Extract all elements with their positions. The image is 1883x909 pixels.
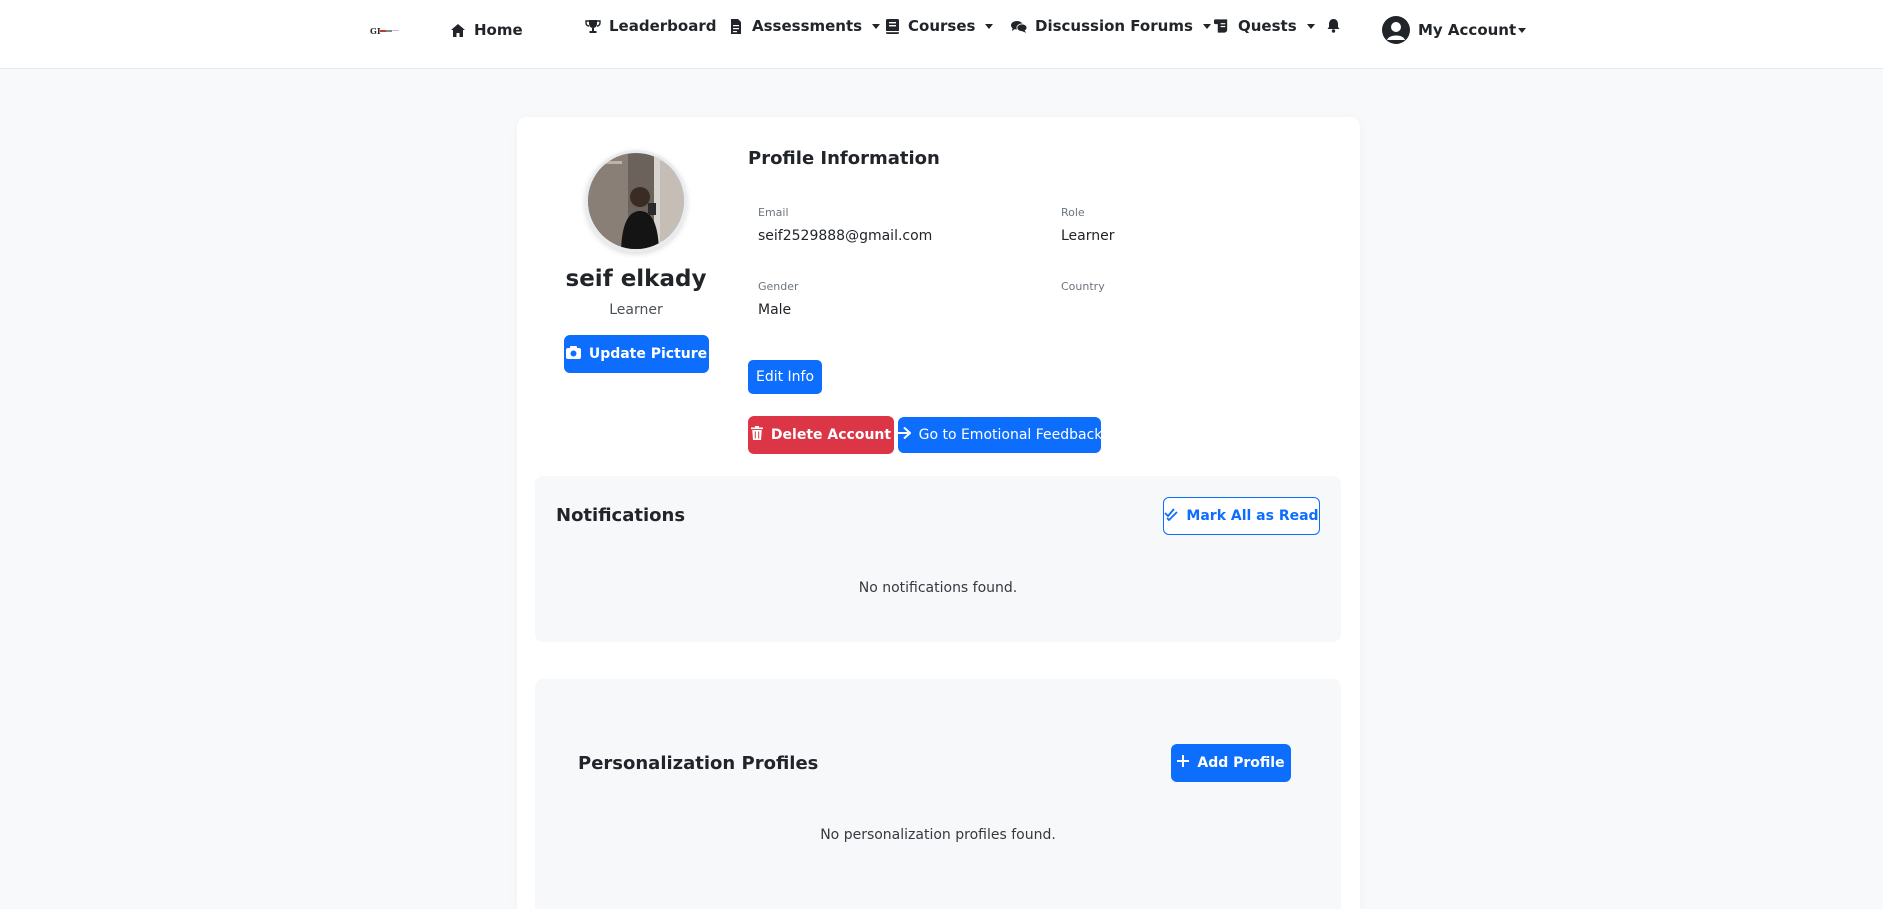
add-profile-label: Add Profile <box>1197 755 1285 771</box>
personalization-title: Personalization Profiles <box>578 753 819 774</box>
nav-discussion-forums-label: Discussion Forums <box>1035 17 1193 35</box>
nav-leaderboard[interactable]: Leaderboard <box>585 17 716 35</box>
notifications-title: Notifications <box>556 505 686 526</box>
chevron-down-icon <box>1306 23 1315 29</box>
mark-all-read-label: Mark All as Read <box>1186 508 1319 524</box>
camera-icon <box>565 345 581 363</box>
email-value: seif2529888@gmail.com <box>758 228 933 244</box>
personalization-panel <box>535 679 1341 909</box>
delete-account-button[interactable]: Delete Account <box>748 416 894 454</box>
update-picture-button[interactable]: Update Picture <box>564 335 709 373</box>
trash-icon <box>750 426 763 444</box>
book-icon <box>884 18 900 34</box>
personalization-empty-message: No personalization profiles found. <box>820 827 1056 843</box>
update-picture-label: Update Picture <box>588 346 708 362</box>
profile-info-title: Profile Information <box>748 148 940 169</box>
notifications-bell[interactable] <box>1325 17 1341 33</box>
check-double-icon <box>1164 507 1179 525</box>
nav-quests-label: Quests <box>1238 17 1297 35</box>
nav-my-account[interactable]: My Account <box>1382 16 1527 44</box>
chevron-down-icon <box>985 23 994 29</box>
home-icon <box>450 22 466 38</box>
gender-label: Gender <box>758 280 799 293</box>
nav-discussion-forums[interactable]: Discussion Forums <box>1011 17 1211 35</box>
edit-info-label: Edit Info <box>755 369 815 385</box>
edit-info-button[interactable]: Edit Info <box>748 360 822 394</box>
country-label: Country <box>1061 280 1105 293</box>
trophy-icon <box>585 18 601 34</box>
scroll-icon <box>1214 18 1230 34</box>
bell-icon <box>1325 17 1341 33</box>
profile-avatar <box>585 150 687 252</box>
brand-logo[interactable]: GI <box>370 24 400 38</box>
emotional-feedback-label: Go to Emotional Feedback <box>918 427 1103 443</box>
gender-value: Male <box>758 302 792 318</box>
nav-courses[interactable]: Courses <box>884 17 994 35</box>
role-label: Role <box>1061 206 1085 219</box>
role-value: Learner <box>1061 228 1115 244</box>
user-role: Learner <box>609 302 663 318</box>
arrow-right-icon <box>896 426 912 443</box>
nav-quests[interactable]: Quests <box>1214 17 1315 35</box>
chevron-down-icon <box>872 23 881 29</box>
top-navbar: GI Home Leaderboard Assessments Courses <box>0 0 1883 69</box>
comments-icon <box>1011 18 1027 34</box>
nav-home-label: Home <box>474 21 523 39</box>
nav-leaderboard-label: Leaderboard <box>609 17 717 35</box>
mark-all-read-button[interactable]: Mark All as Read <box>1163 497 1320 535</box>
nav-courses-label: Courses <box>908 17 976 35</box>
chevron-down-icon <box>1202 23 1211 29</box>
nav-assessments-label: Assessments <box>752 17 863 35</box>
add-profile-button[interactable]: Add Profile <box>1171 744 1291 782</box>
nav-home[interactable]: Home <box>450 21 523 39</box>
emotional-feedback-button[interactable]: Go to Emotional Feedback <box>896 417 1103 453</box>
user-name: seif elkady <box>565 266 707 292</box>
document-icon <box>728 18 744 34</box>
chevron-down-icon <box>1518 27 1527 33</box>
nav-my-account-label: My Account <box>1418 21 1517 39</box>
notifications-empty-message: No notifications found. <box>858 580 1018 596</box>
nav-assessments[interactable]: Assessments <box>728 17 881 35</box>
email-label: Email <box>758 206 789 219</box>
svg-text:GI: GI <box>370 26 381 36</box>
delete-account-label: Delete Account <box>770 427 892 443</box>
plus-icon <box>1177 755 1190 771</box>
user-avatar-icon <box>1382 16 1410 44</box>
